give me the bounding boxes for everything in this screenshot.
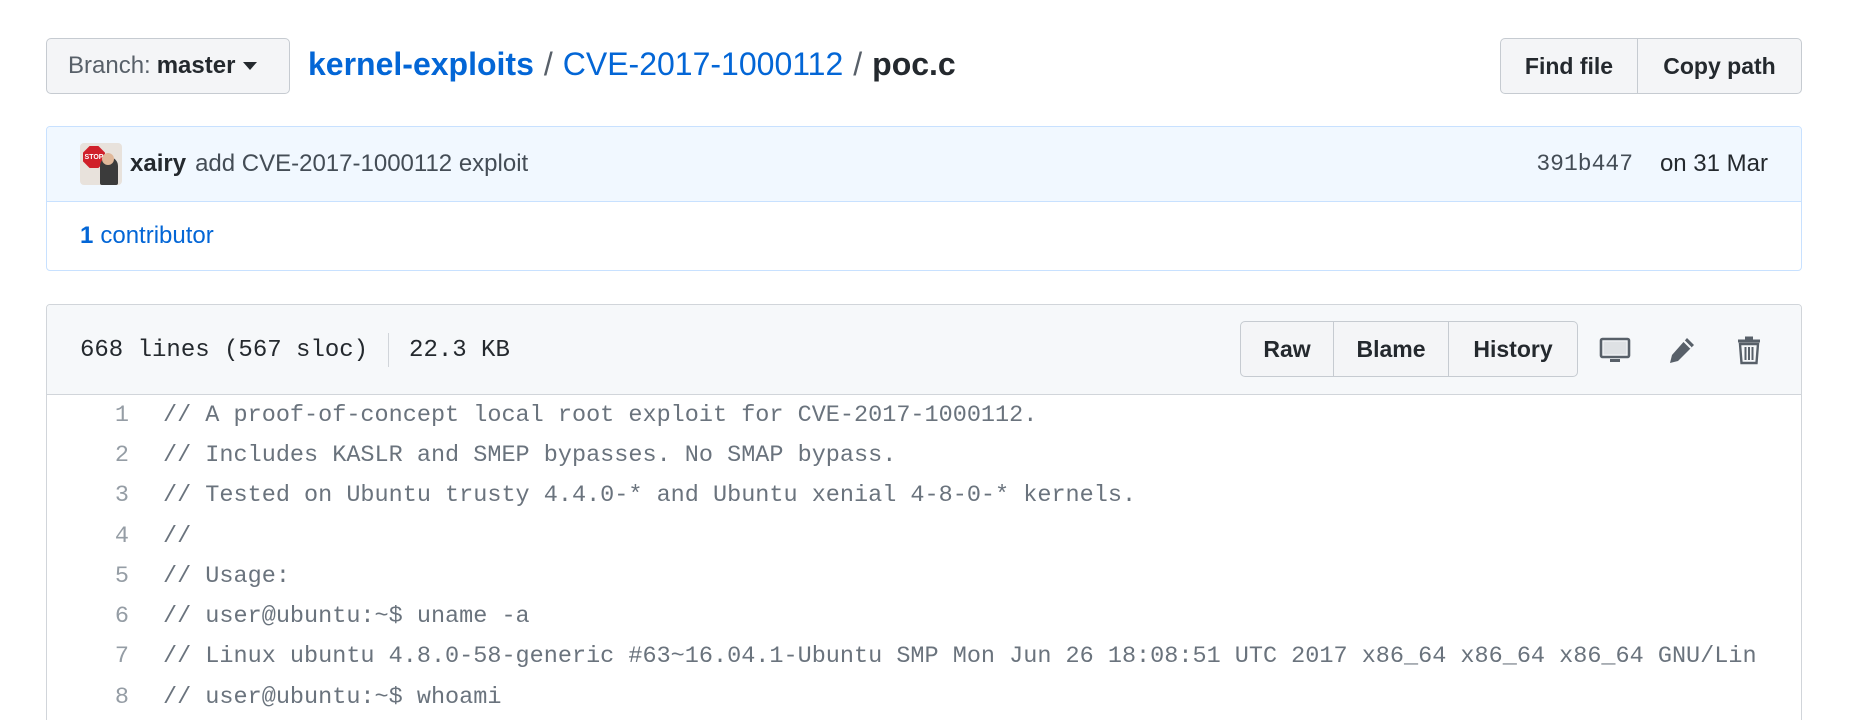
code-line: 6 // user@ubuntu:~$ uname -a xyxy=(47,596,1801,636)
copy-path-button[interactable]: Copy path xyxy=(1638,38,1802,94)
avatar[interactable]: STOP xyxy=(80,143,122,185)
code-line: 5 // Usage: xyxy=(47,556,1801,596)
branch-prefix: Branch: xyxy=(68,52,151,79)
file-navigation: Branch: master kernel-exploits / CVE-201… xyxy=(46,38,1802,94)
line-content: // xyxy=(163,522,192,550)
file-header: 668 lines (567 sloc) 22.3 KB Raw Blame H… xyxy=(47,305,1801,395)
caret-down-icon xyxy=(243,62,258,70)
breadcrumb: kernel-exploits / CVE-2017-1000112 / poc… xyxy=(308,46,956,83)
contributor-count: 1 xyxy=(80,222,94,249)
code-line: 8 // user@ubuntu:~$ whoami xyxy=(47,677,1801,717)
code-line: 1 // A proof-of-concept local root exploi… xyxy=(47,395,1801,435)
line-content: // Usage: xyxy=(163,562,290,590)
file-line-count: 668 lines (567 sloc) xyxy=(80,336,369,364)
find-file-button[interactable]: Find file xyxy=(1500,38,1638,94)
code-blob: 1 // A proof-of-concept local root exploi… xyxy=(47,395,1801,717)
commit-sha-link[interactable]: 391b447 xyxy=(1536,151,1633,177)
breadcrumb-file-name: poc.c xyxy=(872,46,956,82)
commit-date: on 31 Mar xyxy=(1659,150,1768,177)
history-button[interactable]: History xyxy=(1449,321,1578,377)
line-number[interactable]: 5 xyxy=(47,563,129,590)
branch-selector-button[interactable]: Branch: master xyxy=(46,38,290,94)
person-face-image xyxy=(102,153,114,165)
trash-icon[interactable] xyxy=(1732,335,1766,365)
contributors-link[interactable]: 1 contributor xyxy=(47,202,1801,270)
file-info-divider xyxy=(388,333,390,367)
commit-tease: STOP xairy add CVE-2017-1000112 exploit … xyxy=(46,126,1802,271)
file-view-actions: Raw Blame History xyxy=(1240,321,1578,377)
file-viewer: 668 lines (567 sloc) 22.3 KB Raw Blame H… xyxy=(46,304,1802,720)
line-number[interactable]: 1 xyxy=(47,402,129,429)
code-line: 4 // xyxy=(47,516,1801,556)
line-content: // Includes KASLR and SMEP bypasses. No … xyxy=(163,441,897,469)
line-content: // A proof-of-concept local root exploit… xyxy=(163,401,1038,429)
file-size: 22.3 KB xyxy=(409,336,510,364)
line-content: // user@ubuntu:~$ uname -a xyxy=(163,603,530,631)
latest-commit-row: STOP xairy add CVE-2017-1000112 exploit … xyxy=(47,127,1801,202)
code-line: 2 // Includes KASLR and SMEP bypasses. No… xyxy=(47,435,1801,475)
breadcrumb-separator: / xyxy=(853,46,863,82)
blame-button[interactable]: Blame xyxy=(1334,321,1449,377)
line-number[interactable]: 2 xyxy=(47,442,129,469)
file-info: 668 lines (567 sloc) 22.3 KB xyxy=(80,305,510,395)
file-actions-group: Find file Copy path xyxy=(1500,38,1802,94)
line-number[interactable]: 4 xyxy=(47,523,129,550)
line-number[interactable]: 7 xyxy=(47,643,129,670)
raw-button[interactable]: Raw xyxy=(1240,321,1334,377)
branch-name: master xyxy=(156,52,236,79)
line-content: // Tested on Ubuntu trusty 4.4.0-* and U… xyxy=(163,482,1137,510)
commit-message-link[interactable]: add CVE-2017-1000112 exploit xyxy=(195,150,528,178)
line-number[interactable]: 3 xyxy=(47,482,129,509)
breadcrumb-directory-link[interactable]: CVE-2017-1000112 xyxy=(563,46,844,83)
line-content: // user@ubuntu:~$ whoami xyxy=(163,683,502,711)
contributor-label: contributor xyxy=(100,222,214,249)
commit-author-link[interactable]: xairy xyxy=(130,150,186,178)
breadcrumb-repo-link[interactable]: kernel-exploits xyxy=(308,46,534,83)
code-line: 3 // Tested on Ubuntu trusty 4.4.0-* and … xyxy=(47,476,1801,516)
line-number[interactable]: 8 xyxy=(47,684,129,711)
line-number[interactable]: 6 xyxy=(47,603,129,630)
desktop-icon[interactable] xyxy=(1598,335,1632,365)
line-content: // Linux ubuntu 4.8.0-58-generic #63~16.… xyxy=(163,643,1757,671)
code-line: 7 // Linux ubuntu 4.8.0-58-generic #63~16… xyxy=(47,637,1801,677)
pencil-icon[interactable] xyxy=(1665,335,1699,365)
breadcrumb-separator: / xyxy=(543,46,553,82)
